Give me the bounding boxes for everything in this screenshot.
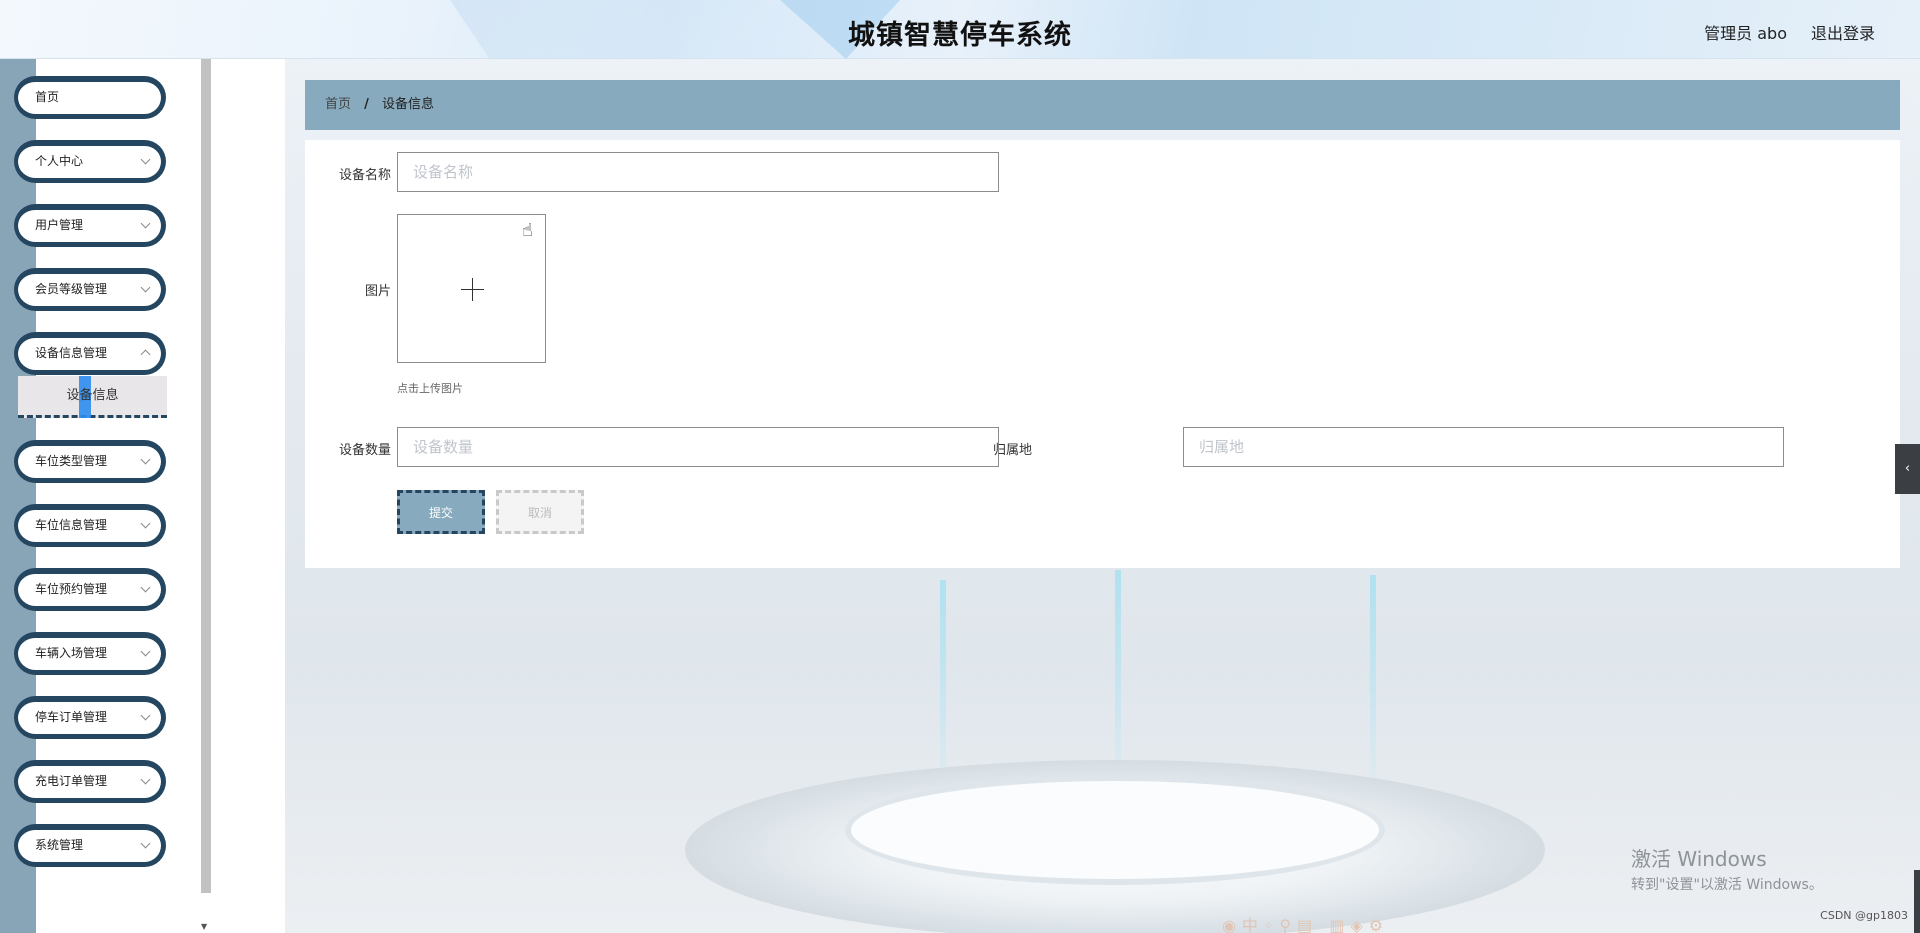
- image-upload-box[interactable]: ☝: [397, 214, 546, 363]
- chevron-down-icon: [140, 774, 151, 785]
- breadcrumb-home-link[interactable]: 首页: [325, 97, 351, 112]
- collapse-panel-tab[interactable]: ‹: [1895, 444, 1920, 494]
- hand-pointer-icon: ☝: [522, 220, 533, 241]
- background-platform-top: [845, 775, 1385, 885]
- chevron-down-icon: [140, 454, 151, 465]
- logout-link[interactable]: 退出登录: [1811, 20, 1875, 44]
- sidebar-item-label: 会员等级管理: [35, 282, 108, 296]
- sidebar-item-space-info[interactable]: 车位信息管理: [14, 504, 166, 547]
- location-label: 归属地: [992, 443, 1032, 458]
- content-left-gutter: [213, 59, 285, 933]
- current-user-label: 管理员 abo: [1704, 24, 1787, 43]
- sidebar-item-label: 个人中心: [35, 154, 84, 168]
- sidebar-item-personal-center[interactable]: 个人中心: [14, 140, 166, 183]
- device-name-input[interactable]: [397, 152, 999, 192]
- device-form: 设备名称 图片 ☝ 点击上传图片 设备数量 归属地 提交 取消: [305, 140, 1900, 568]
- cancel-button[interactable]: 取消: [496, 490, 584, 534]
- scrollbar-thumb[interactable]: [201, 59, 211, 893]
- sidebar-subitem-label: 设备信息: [66, 388, 119, 403]
- background-pillar: [940, 580, 946, 780]
- breadcrumb-separator: /: [364, 97, 369, 112]
- sidebar-item-label: 系统管理: [35, 838, 84, 852]
- windows-activation-watermark: 激活 Windows 转到"设置"以激活 Windows。: [1631, 843, 1823, 894]
- sidebar-item-home[interactable]: 首页: [14, 76, 166, 119]
- sidebar-item-label: 停车订单管理: [35, 710, 108, 724]
- sidebar-item-label: 车位信息管理: [35, 518, 108, 532]
- chevron-down-icon: [140, 518, 151, 529]
- chevron-down-icon: [140, 646, 151, 657]
- sidebar-item-label: 车位预约管理: [35, 582, 108, 596]
- sidebar-item-label: 用户管理: [35, 218, 84, 232]
- submit-button[interactable]: 提交: [397, 490, 485, 534]
- location-input[interactable]: [1183, 427, 1784, 467]
- csdn-watermark: CSDN @gp1803: [1820, 909, 1908, 922]
- image-label: 图片: [364, 284, 391, 299]
- breadcrumb-current: 设备信息: [382, 97, 435, 112]
- watermark-line: 激活 Windows: [1631, 847, 1767, 871]
- chevron-left-icon: ‹: [1904, 461, 1911, 476]
- sidebar-item-parking-orders[interactable]: 停车订单管理: [14, 696, 166, 739]
- sidebar-item-charging-orders[interactable]: 充电订单管理: [14, 760, 166, 803]
- app-title: 城镇智慧停车系统: [848, 20, 1072, 51]
- breadcrumb: 首页 / 设备信息: [305, 80, 1900, 130]
- scroll-down-arrow-icon[interactable]: ▼: [201, 922, 207, 931]
- sidebar-item-user-management[interactable]: 用户管理: [14, 204, 166, 247]
- sidebar-item-system[interactable]: 系统管理: [14, 824, 166, 867]
- sidebar-scrollbar[interactable]: ▼: [198, 59, 213, 933]
- sidebar-item-space-reservation[interactable]: 车位预约管理: [14, 568, 166, 611]
- chevron-up-icon: [140, 349, 151, 360]
- sidebar-item-space-type[interactable]: 车位类型管理: [14, 440, 166, 483]
- sidebar-item-label: 车位类型管理: [35, 454, 108, 468]
- sidebar-item-label: 首页: [35, 90, 60, 104]
- sidebar-item-device-management[interactable]: 设备信息管理: [14, 332, 166, 375]
- edge-scrollbar[interactable]: [1914, 870, 1920, 933]
- plus-icon: [472, 278, 473, 301]
- sidebar-item-label: 设备信息管理: [35, 346, 108, 360]
- device-name-label: 设备名称: [338, 168, 391, 183]
- chevron-down-icon: [140, 582, 151, 593]
- sidebar-item-vehicle-entry[interactable]: 车辆入场管理: [14, 632, 166, 675]
- ime-toolbar-icons: ◉中◦⚲▤ ▥◈⚙: [1222, 916, 1390, 933]
- top-header: 城镇智慧停车系统 管理员 abo 退出登录: [0, 0, 1920, 59]
- background-pillar: [1115, 570, 1121, 780]
- background-pillar: [1370, 575, 1376, 780]
- chevron-down-icon: [140, 710, 151, 721]
- sidebar-item-label: 充电订单管理: [35, 774, 108, 788]
- chevron-down-icon: [140, 838, 151, 849]
- sidebar-item-member-level[interactable]: 会员等级管理: [14, 268, 166, 311]
- device-quantity-input[interactable]: [397, 427, 999, 467]
- sidebar-item-label: 车辆入场管理: [35, 646, 108, 660]
- chevron-down-icon: [140, 282, 151, 293]
- device-quantity-label: 设备数量: [338, 443, 391, 458]
- watermark-line: 转到"设置"以激活 Windows。: [1631, 877, 1823, 893]
- sidebar-subitem-device-info[interactable]: 设备信息: [18, 376, 167, 418]
- chevron-down-icon: [140, 154, 151, 165]
- chevron-down-icon: [140, 218, 151, 229]
- upload-tip: 点击上传图片: [397, 382, 463, 395]
